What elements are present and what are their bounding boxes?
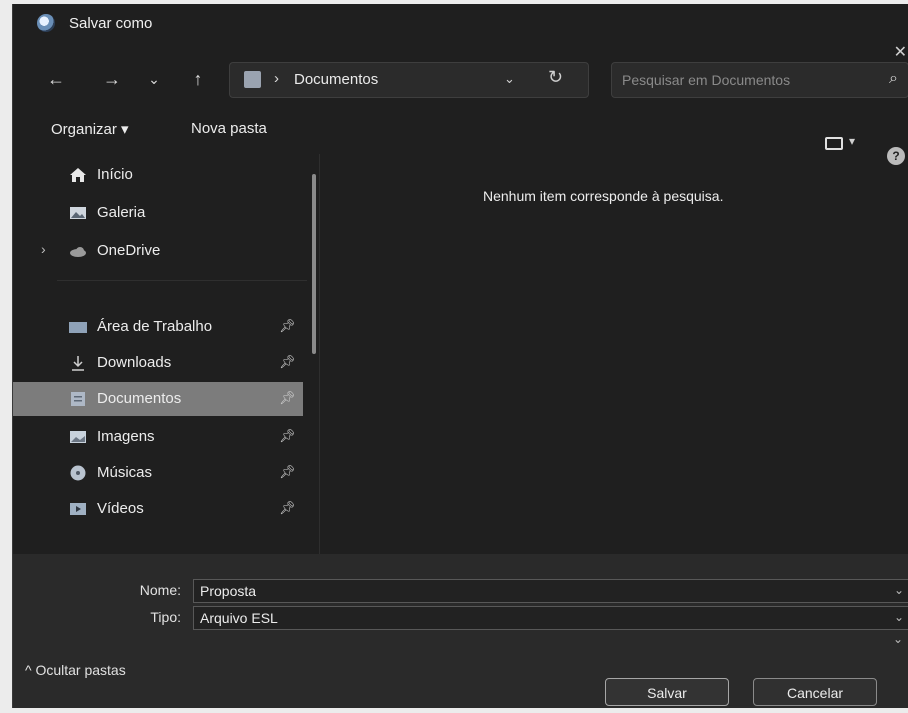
- sidebar-scrollbar[interactable]: [312, 174, 316, 354]
- pin-icon[interactable]: 📌︎: [279, 354, 296, 370]
- sidebar-item-label: Músicas: [97, 464, 153, 481]
- navigation-pane: Início Galeria › OneDrive Área de Trabal…: [13, 154, 323, 544]
- home-icon: [70, 168, 86, 182]
- sidebar-item-galeria[interactable]: Galeria: [13, 196, 303, 230]
- file-type-select[interactable]: Arquivo ESL ⌄: [193, 606, 908, 630]
- pin-icon[interactable]: 📌︎: [279, 428, 296, 444]
- folder-icon: [244, 71, 261, 88]
- sidebar-item-label: Início: [97, 166, 133, 183]
- command-toolbar: Organizar ▾ Nova pasta: [13, 114, 908, 150]
- close-icon[interactable]: ✕: [894, 42, 907, 62]
- app-icon: [37, 14, 55, 32]
- document-icon: [71, 392, 85, 406]
- sidebar-item-onedrive[interactable]: › OneDrive: [13, 234, 303, 268]
- sidebar-item-musicas[interactable]: Músicas 📌︎: [13, 456, 303, 490]
- breadcrumb-documentos[interactable]: Documentos: [294, 71, 378, 88]
- sidebar-item-label: Downloads: [97, 354, 172, 371]
- sidebar-item-documentos[interactable]: Documentos 📌︎: [13, 382, 303, 416]
- chevron-down-icon: ▾: [849, 134, 856, 148]
- download-icon: [72, 356, 84, 371]
- music-icon: [70, 465, 86, 481]
- title-bar: Salvar como: [13, 4, 908, 44]
- window-title: Salvar como: [69, 15, 153, 32]
- sidebar-item-label: Galeria: [97, 204, 146, 221]
- new-folder-button[interactable]: Nova pasta: [191, 120, 267, 137]
- up-button[interactable]: ↑: [185, 66, 211, 92]
- sidebar-item-label: Área de Trabalho: [97, 318, 213, 335]
- file-type-value: Arquivo ESL: [200, 610, 278, 626]
- forward-button[interactable]: →: [99, 66, 125, 92]
- breadcrumb-separator-icon: ›: [274, 70, 279, 87]
- address-dropdown-icon[interactable]: ⌄: [504, 71, 515, 87]
- back-button[interactable]: ←: [43, 66, 69, 92]
- recent-locations-button[interactable]: ⌄: [141, 66, 167, 92]
- chevron-right-icon[interactable]: ›: [41, 241, 46, 257]
- hide-folders-button[interactable]: ^ Ocultar pastas: [25, 662, 126, 678]
- type-label: Tipo:: [150, 609, 181, 625]
- chevron-down-icon[interactable]: ⌄: [893, 632, 903, 646]
- search-icon[interactable]: ⌕: [889, 70, 898, 88]
- search-box[interactable]: ⌕: [611, 62, 908, 98]
- sidebar-item-area-de-trabalho[interactable]: Área de Trabalho 📌︎: [13, 310, 303, 344]
- view-icon: [825, 137, 843, 150]
- pin-icon[interactable]: 📌︎: [279, 318, 296, 334]
- sidebar-divider: [57, 280, 307, 281]
- sidebar-item-inicio[interactable]: Início: [13, 158, 303, 192]
- sidebar-item-label: Vídeos: [97, 500, 144, 517]
- file-name-input[interactable]: [200, 582, 880, 600]
- save-as-dialog: Salvar como ✕ ← → ⌄ ↑ › Documentos ⌄ ↻ ⌕…: [12, 4, 908, 708]
- organize-button[interactable]: Organizar ▾: [51, 120, 129, 138]
- image-icon: [70, 431, 86, 443]
- pin-icon[interactable]: 📌︎: [279, 464, 296, 480]
- file-name-field[interactable]: ⌄: [193, 579, 908, 603]
- address-bar[interactable]: › Documentos ⌄ ↻: [229, 62, 589, 98]
- sidebar-item-label: Imagens: [97, 428, 155, 445]
- name-label: Nome:: [139, 582, 181, 598]
- empty-results-message: Nenhum item corresponde à pesquisa.: [483, 188, 724, 204]
- sidebar-item-label: OneDrive: [97, 242, 161, 259]
- sidebar-item-label: Documentos: [97, 390, 182, 407]
- cloud-icon: [70, 247, 86, 257]
- help-icon[interactable]: ?: [887, 147, 905, 165]
- cancel-button[interactable]: Cancelar: [753, 678, 877, 706]
- pin-icon[interactable]: 📌︎: [279, 390, 296, 406]
- chevron-down-icon[interactable]: ⌄: [894, 610, 904, 624]
- pin-icon[interactable]: 📌︎: [279, 500, 296, 516]
- sidebar-item-imagens[interactable]: Imagens 📌︎: [13, 420, 303, 454]
- gallery-icon: [70, 207, 86, 219]
- chevron-down-icon[interactable]: ⌄: [894, 583, 904, 597]
- search-input[interactable]: [622, 70, 862, 90]
- view-options-button[interactable]: ▾: [825, 134, 856, 154]
- refresh-icon[interactable]: ↻: [548, 67, 563, 88]
- save-button[interactable]: Salvar: [605, 678, 729, 706]
- pane-splitter[interactable]: [319, 154, 320, 564]
- sidebar-item-downloads[interactable]: Downloads 📌︎: [13, 346, 303, 380]
- navigation-bar: ← → ⌄ ↑ › Documentos ⌄ ↻ ⌕: [13, 60, 908, 104]
- sidebar-item-videos[interactable]: Vídeos 📌︎: [13, 492, 303, 526]
- video-icon: [70, 503, 86, 515]
- desktop-icon: [69, 322, 87, 333]
